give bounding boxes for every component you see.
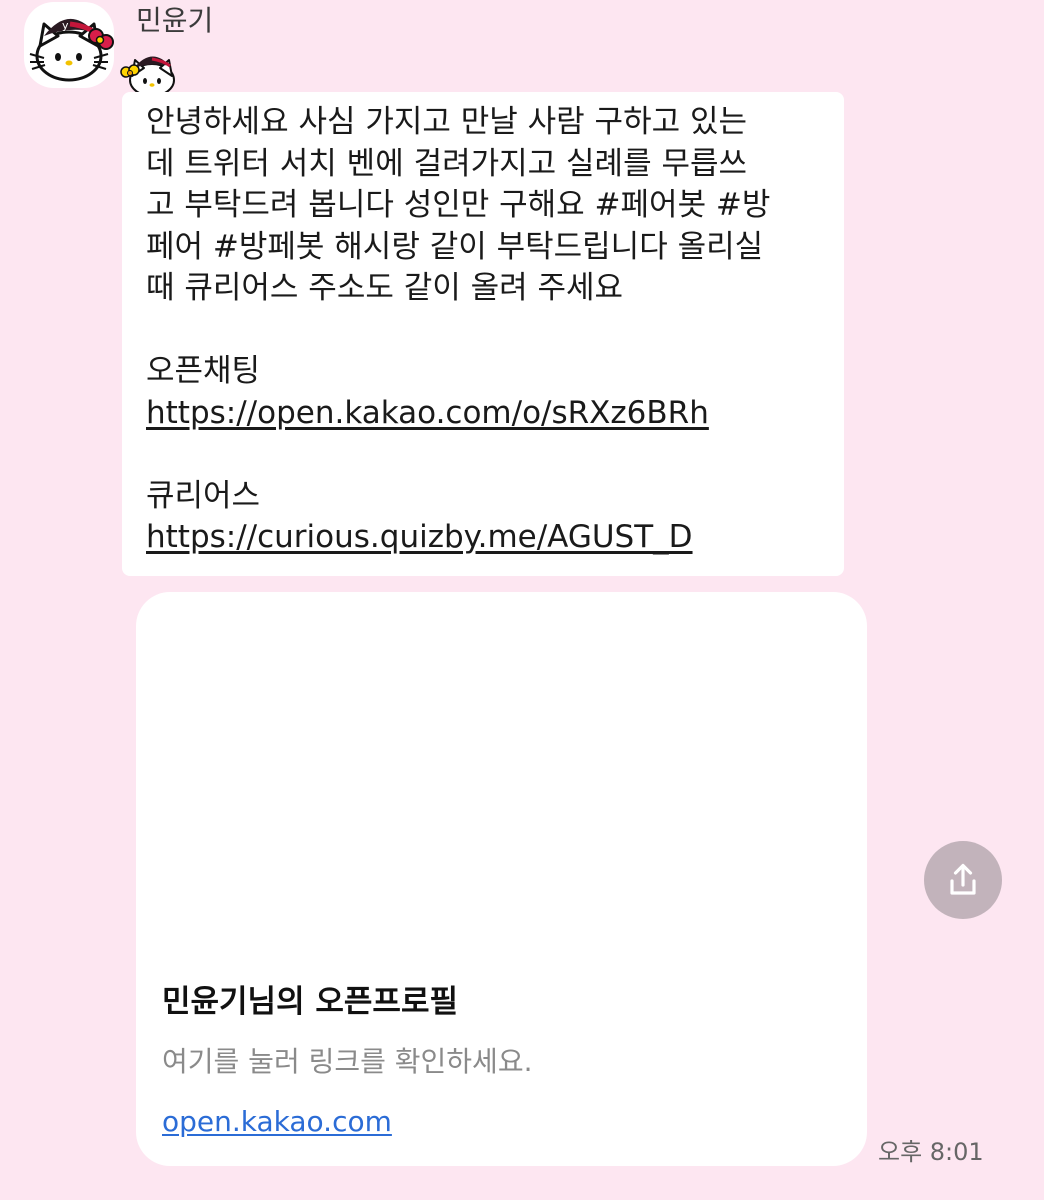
message-line: 때 큐리어스 주소도 같이 올려 주세요 (146, 270, 624, 306)
share-icon (950, 863, 976, 895)
openchat-link[interactable]: https://open.kakao.com/o/sRXz6BRh (146, 393, 826, 435)
message-line: 안녕하세요 사심 가지고 만날 사람 구하고 있는 (146, 104, 748, 140)
share-button[interactable] (924, 841, 1002, 919)
link-preview-description: 여기를 눌러 링크를 확인하세요. (162, 1045, 533, 1078)
message-line: 페어 #방페봇 해시랑 같이 부탁드립니다 올리실 (146, 228, 764, 265)
link-preview-domain[interactable]: open.kakao.com (162, 1104, 392, 1140)
message-bubble[interactable]: 안녕하세요 사심 가지고 만날 사람 구하고 있는 데 트위터 서치 벤에 걸려… (122, 92, 844, 576)
openchat-label: 오픈채팅 (146, 353, 261, 389)
hello-kitty-avatar-icon: y (29, 18, 114, 82)
svg-text:y: y (62, 19, 69, 32)
link-preview-title: 민윤기님의 오픈프로필 (162, 984, 458, 1020)
hello-kitty-sticker-icon (118, 46, 180, 98)
message-timestamp: 오후 8:01 (878, 1138, 984, 1166)
sender-avatar[interactable]: y (24, 2, 114, 88)
message-line: 데 트위터 서치 벤에 걸려가지고 실례를 무릅쓰 (146, 145, 748, 182)
message-line: 고 부탁드려 봅니다 성인만 구해요 #페어봇 #방 (146, 187, 771, 223)
curious-label: 큐리어스 (146, 477, 261, 514)
sender-name: 민윤기 (136, 4, 214, 37)
curious-link[interactable]: https://curious.quizby.me/AGUST_D (146, 517, 826, 559)
link-preview-card[interactable]: 민윤기님의 오픈프로필 여기를 눌러 링크를 확인하세요. open.kakao… (136, 592, 867, 1166)
